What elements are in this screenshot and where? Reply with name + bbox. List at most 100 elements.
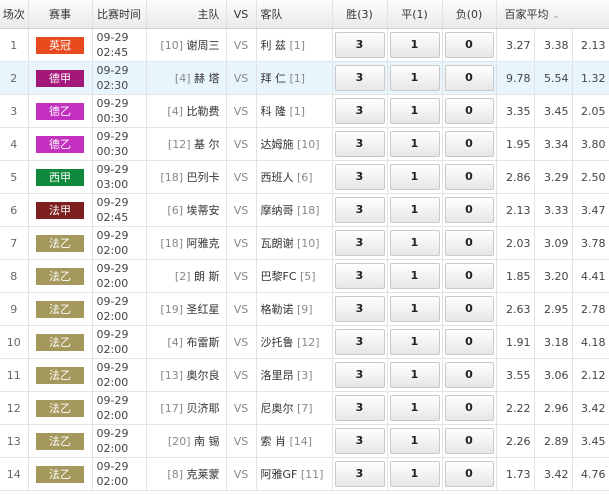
league-cell: 法乙 [28, 358, 93, 392]
away-rank: [1] [289, 72, 306, 85]
pick-loss-button[interactable]: 0 [444, 131, 494, 157]
home-team[interactable]: [20] 南 锡 [146, 424, 227, 458]
pick-loss-button[interactable]: 0 [444, 65, 494, 91]
home-team[interactable]: [4] 赫 塔 [146, 61, 227, 95]
pick-draw-button[interactable]: 1 [389, 296, 440, 322]
away-team[interactable]: 拜 仁 [1] [256, 61, 333, 95]
away-team[interactable]: 巴黎FC [5] [256, 259, 333, 293]
home-team[interactable]: [2] 朗 斯 [146, 259, 227, 293]
league-badge[interactable]: 法乙 [36, 300, 84, 318]
pick-loss-button[interactable]: 0 [444, 296, 494, 322]
pick-draw-button[interactable]: 1 [389, 131, 440, 157]
home-team[interactable]: [13] 奥尔良 [146, 358, 227, 392]
pick-win-button[interactable]: 3 [334, 164, 385, 190]
home-team[interactable]: [4] 比勒费 [146, 94, 227, 128]
avg-odds-loss: 4.18 [572, 325, 609, 359]
pick-win-button[interactable]: 3 [334, 230, 385, 256]
away-team[interactable]: 尼奥尔 [7] [256, 391, 333, 425]
home-team[interactable]: [6] 埃蒂安 [146, 193, 227, 227]
pick-win-button[interactable]: 3 [334, 263, 385, 289]
away-team[interactable]: 利 兹 [1] [256, 28, 333, 62]
league-badge[interactable]: 法乙 [36, 465, 84, 483]
league-badge[interactable]: 法乙 [36, 399, 84, 417]
match-date: 09-29 [96, 394, 129, 407]
league-badge[interactable]: 德乙 [36, 102, 84, 120]
pick-win-button[interactable]: 3 [334, 32, 385, 58]
away-team[interactable]: 索 肖 [14] [256, 424, 333, 458]
league-badge[interactable]: 德甲 [36, 69, 84, 87]
away-team[interactable]: 科 隆 [1] [256, 94, 333, 128]
league-badge[interactable]: 法甲 [36, 201, 84, 219]
pick-loss-button[interactable]: 0 [444, 197, 494, 223]
away-team[interactable]: 达姆施 [10] [256, 127, 333, 161]
pick-loss-button[interactable]: 0 [444, 263, 494, 289]
pick-loss-button[interactable]: 0 [444, 164, 494, 190]
pick-draw-button[interactable]: 1 [389, 263, 440, 289]
pick-draw-button[interactable]: 1 [389, 395, 440, 421]
pick-draw-button[interactable]: 1 [389, 65, 440, 91]
home-team[interactable]: [18] 巴列卡 [146, 160, 227, 194]
pick-win-button[interactable]: 3 [334, 428, 385, 454]
home-team[interactable]: [18] 阿雅克 [146, 226, 227, 260]
pick-win-button[interactable]: 3 [334, 65, 385, 91]
draw-cell: 1 [387, 28, 443, 62]
pick-win-button[interactable]: 3 [334, 362, 385, 388]
away-team[interactable]: 洛里昂 [3] [256, 358, 333, 392]
league-badge[interactable]: 法乙 [36, 267, 84, 285]
pick-loss-button[interactable]: 0 [444, 428, 494, 454]
pick-loss-button[interactable]: 0 [444, 395, 494, 421]
pick-loss-button[interactable]: 0 [444, 329, 494, 355]
pick-draw-button[interactable]: 1 [389, 329, 440, 355]
league-badge[interactable]: 法乙 [36, 333, 84, 351]
pick-win-button[interactable]: 3 [334, 98, 385, 124]
pick-win-button[interactable]: 3 [334, 395, 385, 421]
col-loss-header: 负(0) [442, 0, 497, 29]
pick-win-button[interactable]: 3 [334, 197, 385, 223]
pick-draw-button[interactable]: 1 [389, 362, 440, 388]
avg-odds-win: 2.26 [496, 424, 535, 458]
col-avg-header[interactable]: 百家平均 ⌄ [496, 0, 609, 29]
home-team[interactable]: [12] 基 尔 [146, 127, 227, 161]
pick-loss-button[interactable]: 0 [444, 362, 494, 388]
away-team[interactable]: 阿雅GF [11] [256, 457, 333, 491]
avg-odds-win: 3.55 [496, 358, 535, 392]
home-team[interactable]: [8] 克莱蒙 [146, 457, 227, 491]
pick-draw-button[interactable]: 1 [389, 98, 440, 124]
away-team-name: 达姆施 [260, 138, 294, 151]
league-badge[interactable]: 法乙 [36, 432, 84, 450]
away-team[interactable]: 沙托鲁 [12] [256, 325, 333, 359]
pick-draw-button[interactable]: 1 [389, 428, 440, 454]
pick-win-button[interactable]: 3 [334, 461, 385, 487]
home-team[interactable]: [19] 圣红星 [146, 292, 227, 326]
pick-draw-button[interactable]: 1 [389, 164, 440, 190]
away-team[interactable]: 格勒诺 [9] [256, 292, 333, 326]
pick-win-button[interactable]: 3 [334, 296, 385, 322]
pick-draw-button[interactable]: 1 [389, 461, 440, 487]
league-badge[interactable]: 英冠 [36, 36, 84, 54]
pick-draw-button[interactable]: 1 [389, 197, 440, 223]
pick-draw-button[interactable]: 1 [389, 32, 440, 58]
away-team-name: 西班人 [260, 171, 294, 184]
pick-win-button[interactable]: 3 [334, 329, 385, 355]
pick-win-button[interactable]: 3 [334, 131, 385, 157]
away-team[interactable]: 摩纳哥 [18] [256, 193, 333, 227]
pick-loss-button[interactable]: 0 [444, 230, 494, 256]
avg-odds-draw: 3.29 [534, 160, 573, 194]
home-team[interactable]: [4] 布雷斯 [146, 325, 227, 359]
chevron-down-icon[interactable]: ⌄ [552, 11, 560, 21]
away-team[interactable]: 瓦朗谢 [10] [256, 226, 333, 260]
pick-draw-button[interactable]: 1 [389, 230, 440, 256]
table-row: 12 法乙 09-29 02:00 [17] 贝济耶 VS 尼奥尔 [7] 3 1… [0, 391, 609, 425]
league-badge[interactable]: 德乙 [36, 135, 84, 153]
home-team[interactable]: [10] 谢周三 [146, 28, 227, 62]
away-team[interactable]: 西班人 [6] [256, 160, 333, 194]
league-badge[interactable]: 法乙 [36, 366, 84, 384]
match-clock: 02:00 [96, 277, 129, 290]
league-badge[interactable]: 西甲 [36, 168, 84, 186]
avg-odds-loss: 2.50 [572, 160, 609, 194]
pick-loss-button[interactable]: 0 [444, 32, 494, 58]
pick-loss-button[interactable]: 0 [444, 98, 494, 124]
league-badge[interactable]: 法乙 [36, 234, 84, 252]
pick-loss-button[interactable]: 0 [444, 461, 494, 487]
home-team[interactable]: [17] 贝济耶 [146, 391, 227, 425]
